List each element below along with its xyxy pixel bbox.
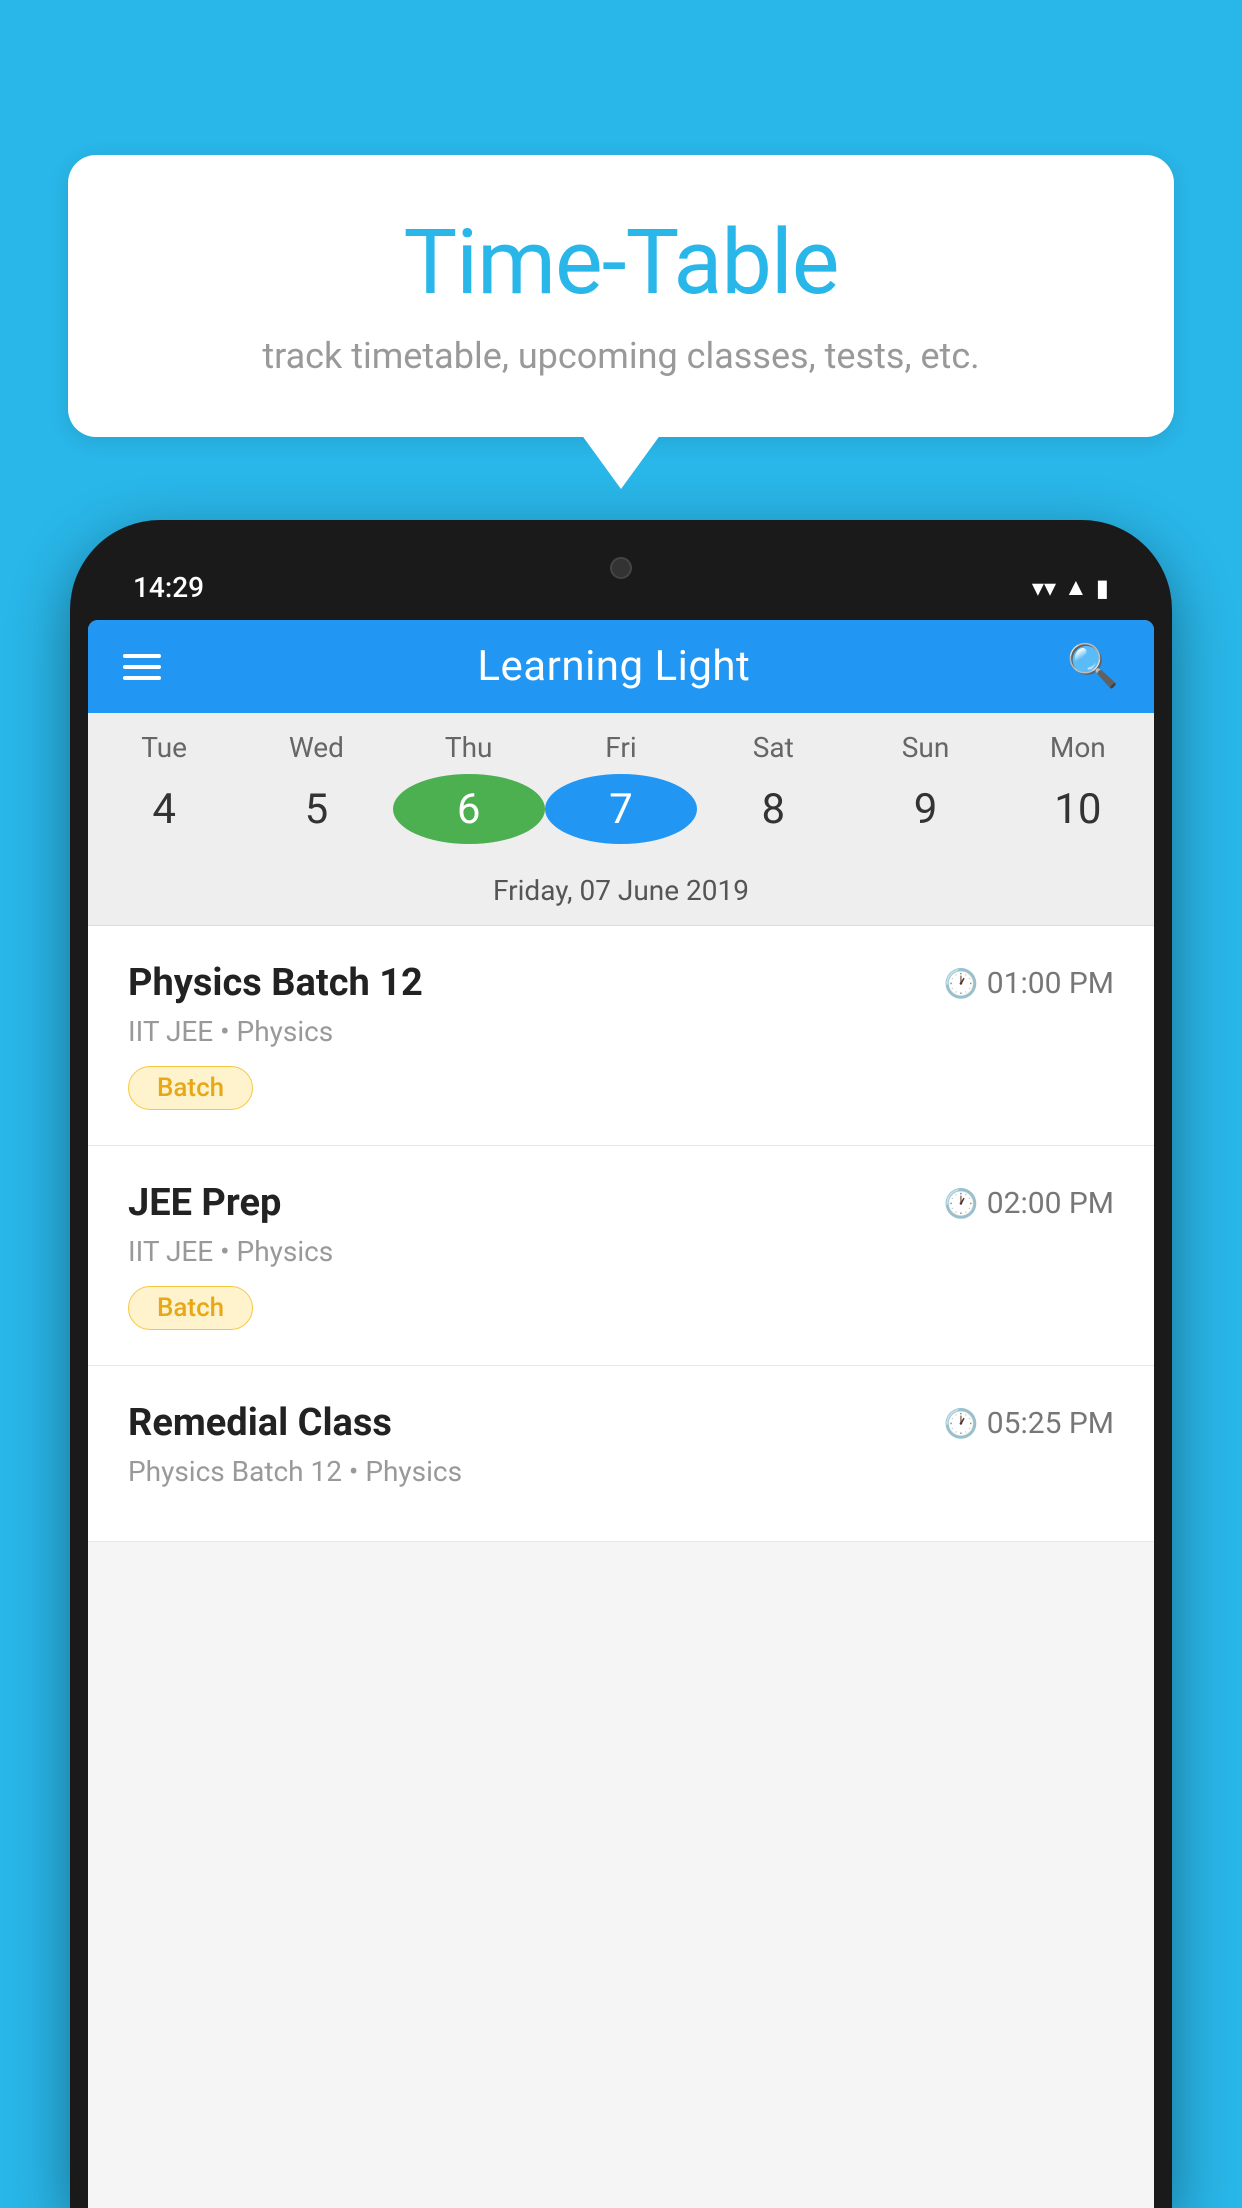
day-number[interactable]: 4 (88, 774, 240, 844)
schedule-time: 🕐 01:00 PM (944, 966, 1114, 1001)
schedule-item-header: Physics Batch 12 🕐 01:00 PM (128, 961, 1114, 1005)
schedule-meta: IIT JEE • Physics (128, 1235, 1114, 1268)
wifi-icon: ▾▾ (1032, 574, 1056, 602)
phone-frame: 14:29 ▾▾ ▲ ▮ Learning Light 🔍 TueWedThuF… (70, 520, 1172, 2208)
speech-bubble: Time-Table track timetable, upcoming cla… (68, 155, 1174, 437)
schedule-item-header: Remedial Class 🕐 05:25 PM (128, 1401, 1114, 1445)
schedule-title: Physics Batch 12 (128, 961, 423, 1005)
schedule-item[interactable]: Remedial Class 🕐 05:25 PM Physics Batch … (88, 1366, 1154, 1542)
day-number[interactable]: 8 (697, 774, 849, 844)
day-number[interactable]: 5 (240, 774, 392, 844)
clock-icon: 🕐 (944, 967, 979, 1000)
status-time: 14:29 (133, 571, 204, 604)
schedule-time: 🕐 02:00 PM (944, 1186, 1114, 1221)
clock-icon: 🕐 (944, 1187, 979, 1220)
schedule-title: JEE Prep (128, 1181, 281, 1225)
schedule-time: 🕐 05:25 PM (944, 1406, 1114, 1441)
phone-notch (541, 540, 701, 595)
day-label: Fri (545, 731, 697, 764)
camera (610, 557, 632, 579)
schedule-title: Remedial Class (128, 1401, 392, 1445)
day-number[interactable]: 10 (1002, 774, 1154, 844)
day-numbers: 45678910 (88, 769, 1154, 862)
day-label: Thu (393, 731, 545, 764)
schedule-item[interactable]: Physics Batch 12 🕐 01:00 PM IIT JEE • Ph… (88, 926, 1154, 1146)
status-bar: 14:29 ▾▾ ▲ ▮ (88, 540, 1154, 620)
day-label: Tue (88, 731, 240, 764)
schedule-item[interactable]: JEE Prep 🕐 02:00 PM IIT JEE • Physics Ba… (88, 1146, 1154, 1366)
schedule-list: Physics Batch 12 🕐 01:00 PM IIT JEE • Ph… (88, 926, 1154, 1542)
selected-date-label: Friday, 07 June 2019 (88, 862, 1154, 926)
day-number[interactable]: 7 (545, 774, 697, 844)
menu-button[interactable] (123, 654, 161, 680)
day-number[interactable]: 6 (393, 774, 545, 844)
status-icons: ▾▾ ▲ ▮ (1032, 573, 1109, 602)
search-button[interactable]: 🔍 (1067, 642, 1119, 691)
feature-subtitle: track timetable, upcoming classes, tests… (128, 335, 1114, 377)
calendar-strip: TueWedThuFriSatSunMon 45678910 Friday, 0… (88, 713, 1154, 926)
schedule-meta: IIT JEE • Physics (128, 1015, 1114, 1048)
signal-icon: ▲ (1064, 573, 1088, 602)
batch-tag: Batch (128, 1066, 253, 1110)
schedule-item-header: JEE Prep 🕐 02:00 PM (128, 1181, 1114, 1225)
phone-screen: Learning Light 🔍 TueWedThuFriSatSunMon 4… (88, 620, 1154, 2208)
clock-icon: 🕐 (944, 1407, 979, 1440)
app-header: Learning Light 🔍 (88, 620, 1154, 713)
day-label: Wed (240, 731, 392, 764)
day-label: Sat (697, 731, 849, 764)
day-label: Sun (849, 731, 1001, 764)
app-title: Learning Light (477, 642, 750, 691)
batch-tag: Batch (128, 1286, 253, 1330)
day-label: Mon (1002, 731, 1154, 764)
day-number[interactable]: 9 (849, 774, 1001, 844)
feature-title: Time-Table (128, 210, 1114, 315)
day-headers: TueWedThuFriSatSunMon (88, 713, 1154, 769)
schedule-meta: Physics Batch 12 • Physics (128, 1455, 1114, 1488)
battery-icon: ▮ (1096, 574, 1109, 602)
